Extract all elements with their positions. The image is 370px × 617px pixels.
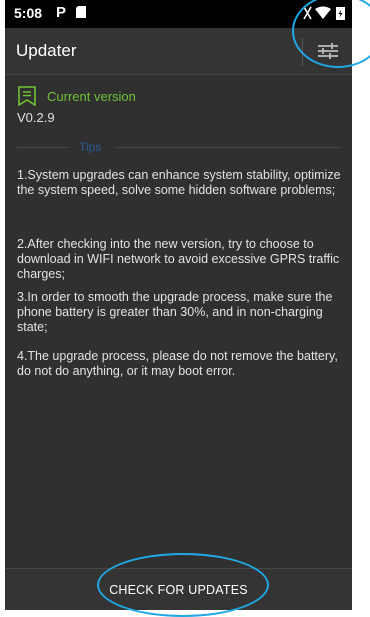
battery-icon (336, 7, 345, 20)
tips-divider-right (117, 147, 339, 148)
bookmark-message-icon (18, 86, 36, 106)
notification-p-icon: P (56, 4, 67, 21)
app-screen: 5:08 P Updater Current version V0.2.9 Ti… (5, 0, 352, 610)
check-for-updates-button[interactable]: CHECK FOR UPDATES (5, 569, 352, 610)
status-time: 5:08 (14, 5, 43, 21)
tip-item: 1.System upgrades can enhance system sta… (17, 168, 341, 197)
page-title: Updater (16, 41, 77, 60)
app-bar-divider (302, 38, 303, 66)
current-version-label: Current version (47, 89, 136, 104)
tip-item: 4.The upgrade process, please do not rem… (17, 349, 338, 378)
tips-heading: Tips (17, 139, 339, 155)
bottom-bar: CHECK FOR UPDATES (5, 568, 352, 610)
tips-divider-left (17, 147, 69, 148)
settings-button[interactable] (308, 36, 346, 66)
app-bar: Updater (5, 28, 352, 75)
tips-label: Tips (79, 140, 102, 154)
no-sim-icon (303, 6, 312, 20)
tip-item: 3.In order to smooth the upgrade process… (17, 290, 333, 334)
tip-item: 2.After checking into the new version, t… (17, 237, 340, 281)
status-icons (303, 6, 345, 20)
version-number: V0.2.9 (17, 110, 55, 125)
status-bar: 5:08 P (5, 0, 352, 28)
wifi-icon (315, 6, 331, 19)
sd-card-icon (76, 6, 86, 18)
sliders-icon (318, 43, 338, 59)
